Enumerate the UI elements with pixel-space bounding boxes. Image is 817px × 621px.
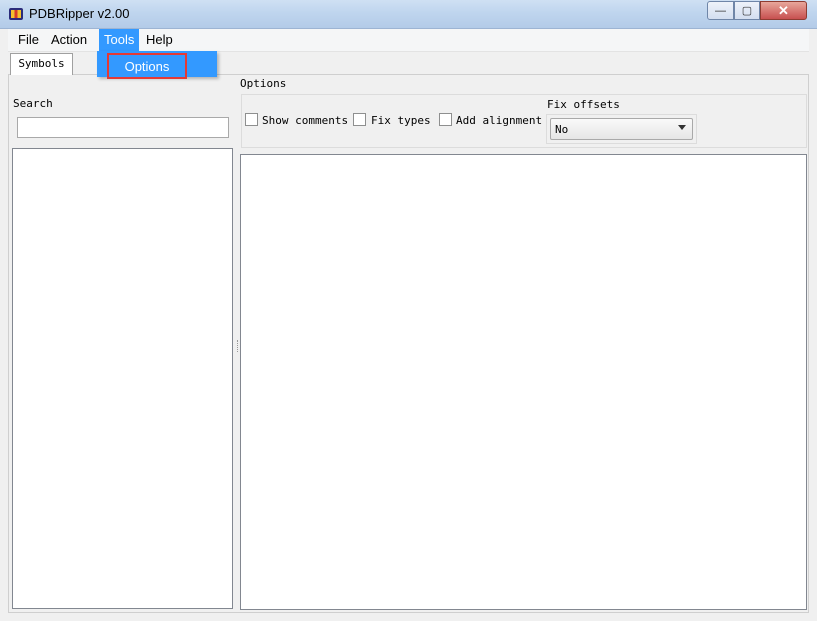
window-title: PDBRipper v2.00 [29, 6, 130, 21]
show-comments-checkbox[interactable] [245, 113, 258, 126]
fix-offsets-value: No [555, 123, 569, 136]
show-comments-label[interactable]: Show comments [262, 114, 348, 127]
app-icon [9, 8, 23, 20]
fix-offsets-select[interactable] [550, 118, 693, 140]
fix-types-label[interactable]: Fix types [371, 114, 431, 127]
close-icon: ✕ [778, 2, 789, 18]
maximize-button[interactable]: ▢ [734, 1, 760, 20]
search-label: Search [13, 97, 53, 110]
tools-dropdown-menu: Options [97, 51, 217, 79]
menu-action[interactable]: Action [46, 29, 92, 51]
maximize-icon: ▢ [741, 5, 753, 17]
menu-help[interactable]: Help [141, 29, 178, 51]
menu-item-options[interactable]: Options [107, 53, 187, 79]
output-text-area[interactable] [240, 154, 807, 610]
menu-bar: File Action Tools Help [8, 29, 809, 52]
title-bar[interactable]: PDBRipper v2.00 — ▢ ✕ [0, 0, 817, 29]
menu-file[interactable]: File [13, 29, 44, 51]
minimize-icon: — [715, 4, 726, 17]
search-input[interactable] [17, 117, 229, 138]
fix-offsets-label: Fix offsets [547, 98, 620, 111]
options-group-label: Options [240, 77, 287, 90]
menu-tools[interactable]: Tools [99, 29, 140, 51]
add-alignment-label[interactable]: Add alignment [456, 114, 542, 127]
chevron-down-icon[interactable] [678, 125, 686, 130]
close-button[interactable]: ✕ [760, 1, 807, 20]
fix-types-checkbox[interactable] [353, 113, 366, 126]
tab-symbols[interactable]: Symbols [10, 53, 73, 75]
add-alignment-checkbox[interactable] [439, 113, 452, 126]
minimize-button[interactable]: — [707, 1, 734, 20]
symbol-list[interactable] [12, 148, 233, 609]
